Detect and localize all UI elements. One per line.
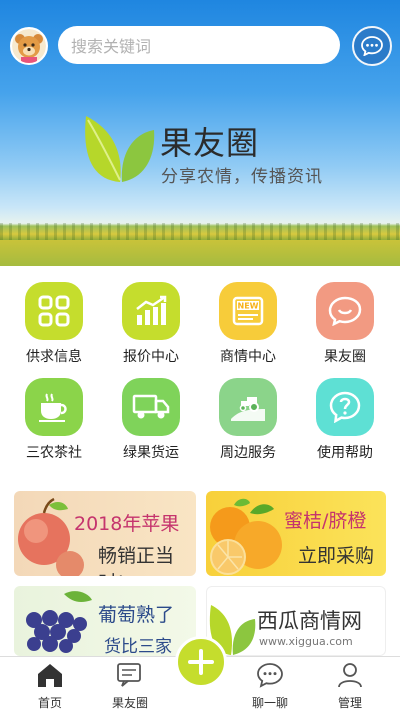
promo-apple[interactable]: 2018年苹果 畅销正当时!: [14, 491, 196, 576]
grid-item-label: 绿果货运: [123, 445, 179, 461]
help-icon: [316, 378, 374, 436]
chat-heart-icon: [316, 282, 374, 340]
orange-icon: [210, 498, 282, 575]
grid-item-label: 使用帮助: [317, 445, 373, 461]
promo-title: 葡萄熟了: [98, 604, 175, 626]
tab-label: 果友圈: [111, 696, 148, 710]
tab-home[interactable]: 首页: [20, 662, 80, 711]
brand-subtitle: 分享农情，传播资讯: [161, 167, 323, 187]
leaf-logo-icon: [85, 116, 155, 182]
grid-item-label: 周边服务: [220, 445, 276, 461]
grid-item-freight[interactable]: 绿果货运: [103, 378, 199, 462]
promo-grape[interactable]: 葡萄熟了 货比三家: [14, 586, 196, 656]
grape-icon: [26, 591, 92, 653]
brand-title: 果友圈: [160, 124, 260, 162]
tab-chat[interactable]: 聊一聊: [240, 662, 300, 711]
promo-watermelon-site[interactable]: 西瓜商情网 www.xiggua.com: [206, 586, 386, 656]
grid-item-help[interactable]: 使用帮助: [297, 378, 393, 462]
tab-manage[interactable]: 管理: [320, 662, 380, 711]
bear-avatar-icon: [12, 29, 46, 63]
grid-item-quote[interactable]: 报价中心: [103, 282, 199, 366]
tea-cup-icon: [25, 378, 83, 436]
avatar[interactable]: [10, 27, 48, 65]
promo-orange[interactable]: 蜜桔/脐橙 立即采购: [206, 491, 386, 576]
chat-dots-icon: [257, 663, 283, 688]
grid-icon: [25, 282, 83, 340]
header-banner: 搜索关键词 果友圈 分享农情，传播资讯: [0, 0, 400, 266]
promo-title: 2018年苹果: [74, 513, 180, 535]
home-screen: 搜索关键词 果友圈 分享农情，传播资讯 供求信息 报价中心 NEW 商情中心 果…: [0, 0, 400, 711]
truck-icon: [122, 378, 180, 436]
user-icon: [338, 663, 362, 688]
promo-subtitle: 立即采购: [298, 545, 375, 567]
grid-item-label: 商情中心: [220, 349, 276, 365]
plus-icon: [188, 649, 214, 675]
chat-bubbles-icon: [117, 663, 141, 687]
promo-title: 蜜桔/脐橙: [284, 510, 367, 532]
grid-item-circle[interactable]: 果友圈: [297, 282, 393, 366]
tab-label: 管理: [337, 696, 362, 710]
grid-item-label: 供求信息: [26, 349, 82, 365]
svg-text:NEW: NEW: [238, 302, 259, 311]
grid-item-nearby[interactable]: 周边服务: [200, 378, 296, 462]
grid-item-label: 果友圈: [324, 349, 366, 365]
chart-icon: [122, 282, 180, 340]
search-input[interactable]: 搜索关键词: [58, 26, 340, 64]
grid-item-supply[interactable]: 供求信息: [6, 282, 102, 366]
home-icon: [38, 664, 62, 687]
grid-item-tea[interactable]: 三农茶社: [6, 378, 102, 462]
grid-item-label: 报价中心: [123, 349, 179, 365]
banner-field: [0, 240, 400, 266]
message-button[interactable]: [352, 26, 392, 66]
promo-subtitle: 货比三家: [104, 637, 172, 656]
news-icon: NEW: [219, 282, 277, 340]
add-button[interactable]: [175, 636, 227, 688]
grid-item-label: 三农茶社: [26, 445, 82, 461]
grid-item-market[interactable]: NEW 商情中心: [200, 282, 296, 366]
tractor-icon: [219, 378, 277, 436]
promo-subtitle: 畅销正当时!: [98, 545, 175, 576]
tab-label: 首页: [37, 696, 62, 710]
search-placeholder: 搜索关键词: [71, 37, 152, 56]
promo-subtitle: www.xiggua.com: [259, 635, 353, 648]
function-grid: 供求信息 报价中心 NEW 商情中心 果友圈 三农茶社 绿果货运 周边服务 使用…: [0, 282, 400, 472]
bottom-tab-bar: 首页 果友圈 聊一聊 管理: [0, 636, 400, 711]
promo-title: 西瓜商情网: [257, 609, 362, 633]
tab-label: 聊一聊: [251, 696, 288, 710]
chat-dots-icon: [361, 36, 383, 56]
tab-circle[interactable]: 果友圈: [100, 662, 160, 711]
